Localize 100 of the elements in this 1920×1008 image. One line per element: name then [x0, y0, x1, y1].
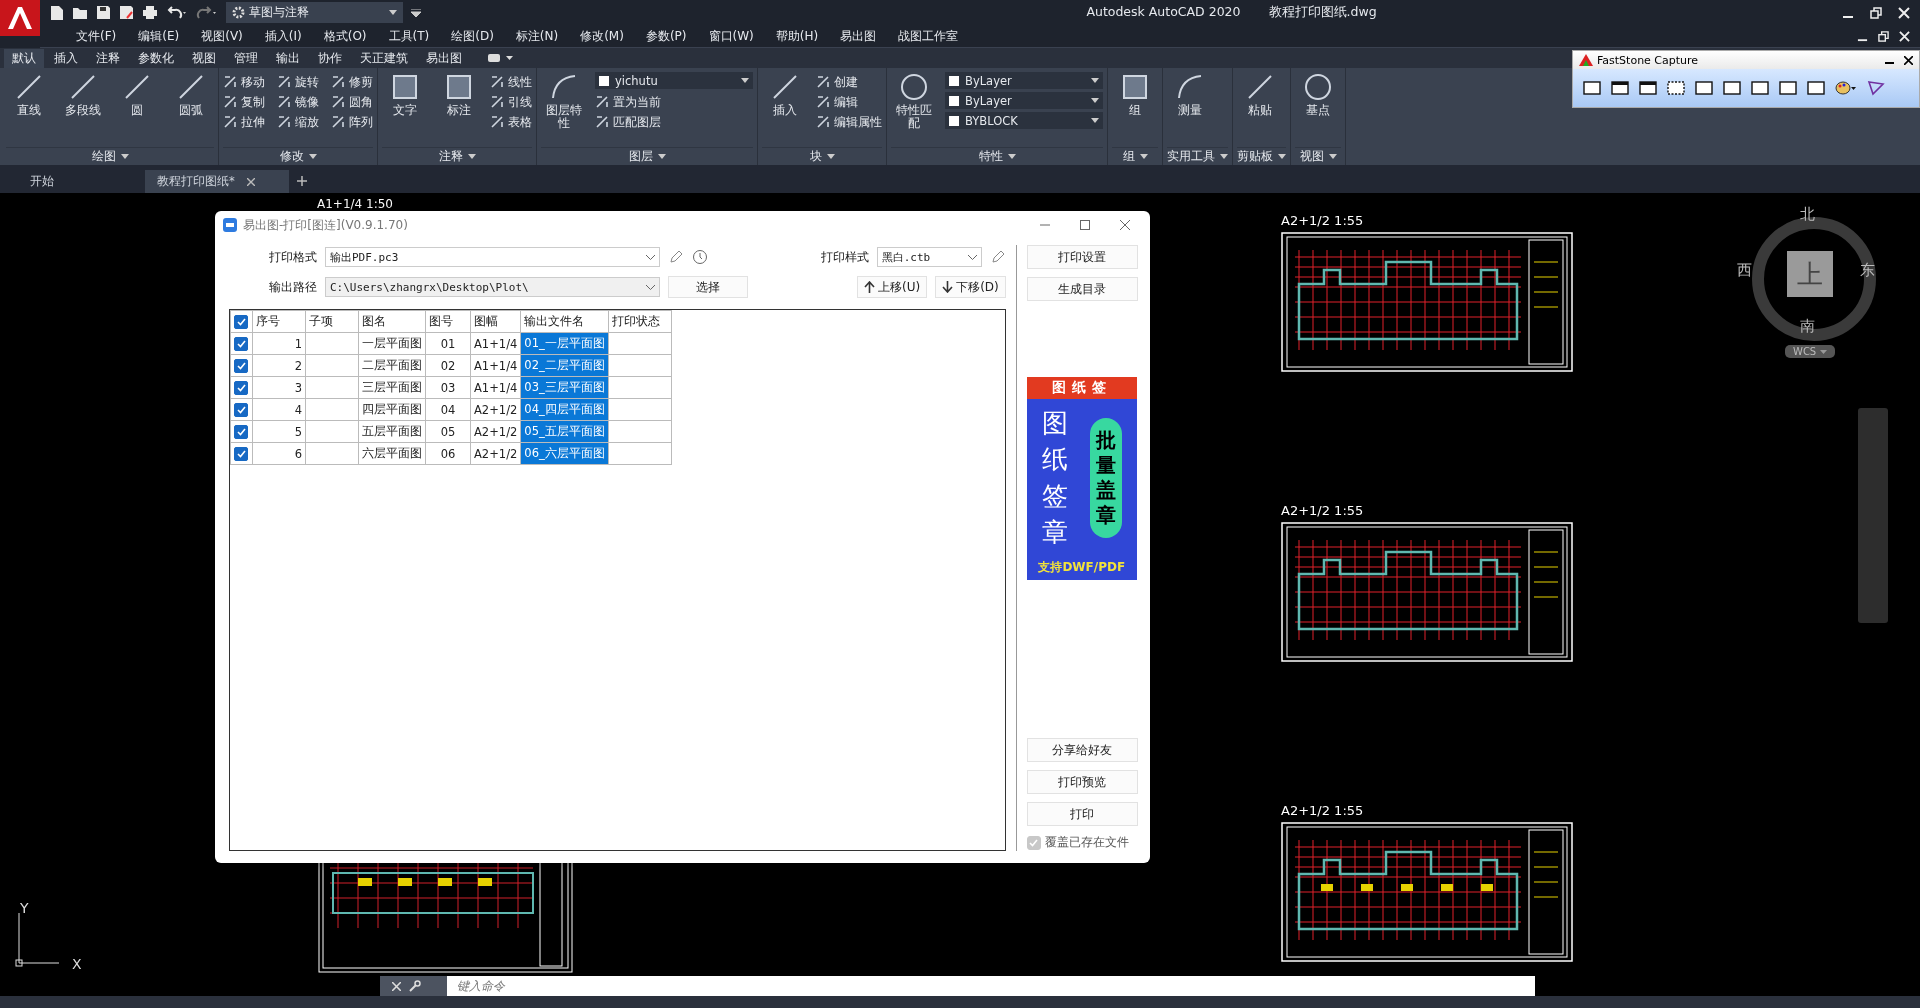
ribbon-tab[interactable]: 注释: [88, 48, 128, 68]
panel-title[interactable]: 实用工具: [1167, 149, 1215, 164]
row-checkbox[interactable]: [234, 402, 248, 417]
panel-title[interactable]: 注释: [438, 149, 463, 164]
panel-title[interactable]: 修改: [279, 149, 304, 164]
ribbon-tool[interactable]: 创建: [816, 72, 882, 92]
ribbon-tool[interactable]: 组: [1112, 72, 1158, 147]
row-checkbox[interactable]: [234, 446, 248, 461]
ribbon-tool[interactable]: 直线: [6, 72, 52, 147]
command-input-field[interactable]: 键入命令: [447, 976, 1535, 996]
row-checkbox[interactable]: [234, 380, 248, 395]
capture-tool-icon[interactable]: [1583, 80, 1601, 96]
side-button[interactable]: 打印设置: [1026, 245, 1138, 269]
menu-item[interactable]: 绘图(D): [440, 27, 505, 45]
ribbon-tool[interactable]: 修剪: [331, 72, 373, 92]
ribbon-tool[interactable]: 基点: [1295, 72, 1341, 147]
document-tab[interactable]: 开始: [18, 170, 137, 193]
ribbon-tool[interactable]: 编辑属性: [816, 112, 882, 132]
ribbon-tool[interactable]: 图层特性: [541, 72, 587, 147]
panel-title[interactable]: 图层: [628, 149, 653, 164]
caret-icon[interactable]: [1007, 154, 1016, 159]
document-tab[interactable]: 教程打印图纸*: [145, 170, 289, 193]
south-label[interactable]: 南: [1800, 317, 1815, 336]
ribbon-tab[interactable]: 插入: [46, 48, 86, 68]
select-all-checkbox[interactable]: [234, 314, 248, 329]
ribbon-tool[interactable]: 缩放: [277, 112, 319, 132]
save-as-icon[interactable]: [119, 5, 134, 20]
ribbon-tool[interactable]: 粘贴: [1237, 72, 1283, 147]
menu-item[interactable]: 视图(V): [190, 27, 254, 45]
panel-title[interactable]: 组: [1122, 149, 1135, 164]
menu-item[interactable]: 参数(P): [634, 27, 698, 45]
restore-icon[interactable]: [1870, 6, 1882, 19]
capture-tool-icon[interactable]: [1667, 80, 1685, 96]
command-line-toolbar[interactable]: [380, 976, 447, 996]
output-path-field[interactable]: C:\Users\zhangrx\Desktop\Plot\: [325, 277, 660, 297]
ribbon-tool[interactable]: 圆角: [331, 92, 373, 112]
chevron-down-icon[interactable]: [646, 254, 655, 260]
side-button[interactable]: 分享给好友: [1026, 738, 1138, 762]
close-icon[interactable]: [1904, 55, 1913, 65]
capture-tool-icon[interactable]: [1695, 80, 1713, 96]
print-format-dropdown[interactable]: 输出PDF.pc3: [325, 247, 660, 267]
ribbon-tool[interactable]: 置为当前: [595, 92, 753, 112]
capture-tool-icon[interactable]: [1751, 80, 1769, 96]
ribbon-tool[interactable]: 复制: [223, 92, 265, 112]
ribbon-tab[interactable]: 默认: [4, 48, 44, 68]
ribbon-tool[interactable]: 表格: [490, 112, 532, 132]
side-button[interactable]: 打印: [1026, 802, 1138, 826]
ribbon-tool[interactable]: 多段线: [60, 72, 106, 147]
ribbon-tool[interactable]: 标注: [436, 72, 482, 147]
menu-item[interactable]: 文件(F): [65, 27, 128, 45]
banner-ad[interactable]: 图纸签 图纸签章 批量盖章 支持DWF/PDF: [1026, 377, 1137, 580]
caret-icon[interactable]: [467, 154, 476, 159]
pencil-icon[interactable]: [989, 249, 1006, 265]
capture-tool-icon[interactable]: [1723, 80, 1741, 96]
panel-title[interactable]: 视图: [1299, 149, 1324, 164]
east-label[interactable]: 东: [1860, 261, 1875, 280]
caret-icon[interactable]: [1220, 154, 1228, 159]
ribbon-tool[interactable]: 特性匹配: [891, 72, 937, 147]
undo-icon[interactable]: [166, 5, 188, 20]
west-label[interactable]: 西: [1737, 261, 1752, 280]
ribbon-tool[interactable]: 线性: [490, 72, 532, 92]
menu-item[interactable]: 编辑(E): [127, 27, 191, 45]
move-down-button[interactable]: 下移(D): [935, 276, 1006, 298]
ribbon-tab[interactable]: 协作: [310, 48, 350, 68]
panel-title[interactable]: 块: [809, 149, 822, 164]
redo-icon[interactable]: [196, 5, 218, 20]
panel-toggle-icon[interactable]: [488, 53, 514, 63]
save-icon[interactable]: [96, 5, 111, 20]
caret-icon[interactable]: [308, 154, 317, 159]
drawing-canvas[interactable]: [0, 193, 1920, 996]
panel-title[interactable]: 绘图: [91, 149, 116, 164]
caret-icon[interactable]: [826, 154, 835, 159]
row-checkbox[interactable]: [234, 336, 248, 351]
caret-icon[interactable]: [1278, 154, 1286, 159]
ribbon-tool[interactable]: 插入: [762, 72, 808, 147]
print-style-dropdown[interactable]: 黑白.ctb: [876, 247, 982, 267]
menu-item[interactable]: 工具(T): [377, 27, 441, 45]
menu-item[interactable]: 修改(M): [569, 27, 635, 45]
panel-title[interactable]: 特性: [978, 149, 1003, 164]
ribbon-tool[interactable]: 文字: [382, 72, 428, 147]
ribbon-tool[interactable]: 匹配图层: [595, 112, 753, 132]
menu-item[interactable]: 格式(O): [312, 27, 378, 45]
capture-tool-icon[interactable]: [1611, 80, 1629, 96]
pencil-icon[interactable]: [668, 249, 684, 265]
menu-item[interactable]: 战图工作室: [887, 27, 970, 45]
menu-item[interactable]: 窗口(W): [697, 27, 765, 45]
choose-button[interactable]: 选择: [668, 276, 748, 298]
ribbon-tab[interactable]: 管理: [226, 48, 266, 68]
property-dropdown[interactable]: BYBLOCK: [945, 112, 1103, 129]
ucs-dropdown[interactable]: WCS: [1785, 345, 1836, 358]
ribbon-tool[interactable]: 圆弧: [168, 72, 214, 147]
ribbon-tab[interactable]: 天正建筑: [352, 48, 416, 68]
caret-icon[interactable]: [1139, 154, 1148, 159]
side-button[interactable]: 生成目录: [1026, 277, 1138, 301]
ribbon-tab[interactable]: 视图: [184, 48, 224, 68]
property-dropdown[interactable]: ByLayer: [945, 72, 1103, 89]
chevron-down-icon[interactable]: [646, 284, 655, 290]
move-up-button[interactable]: 上移(U): [857, 276, 928, 298]
caret-icon[interactable]: [120, 154, 129, 159]
property-dropdown[interactable]: yichutu: [595, 72, 753, 89]
